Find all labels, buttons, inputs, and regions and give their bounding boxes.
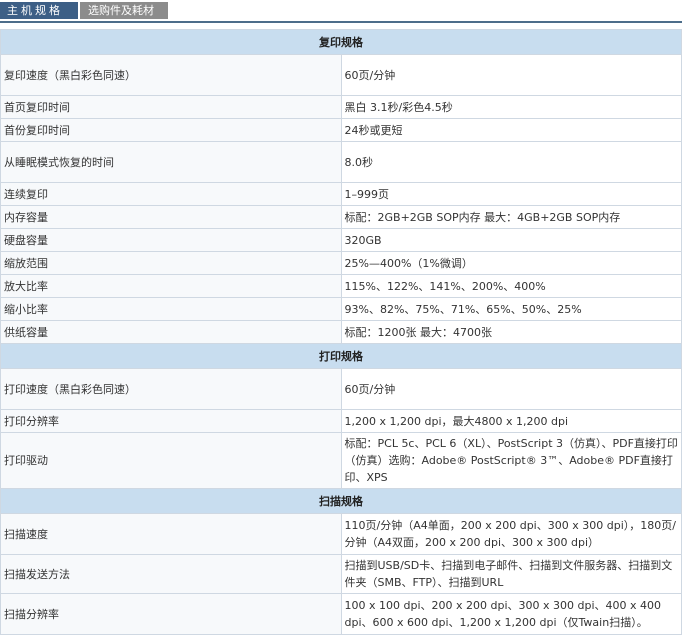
row-label: 内存容量	[0, 205, 342, 229]
tab-bar: 主机规格 选购件及耗材	[0, 0, 682, 23]
row-label: 首份复印时间	[0, 118, 342, 142]
table-row: 扫描速度 110页/分钟（A4单面，200 x 200 dpi、300 x 30…	[0, 513, 682, 555]
row-value: 标配：2GB+2GB SOP内存 最大：4GB+2GB SOP内存	[340, 205, 682, 229]
row-value: 扫描到USB/SD卡、扫描到电子邮件、扫描到文件服务器、扫描到文件夹（SMB、F…	[340, 554, 682, 594]
table-row: 内存容量 标配：2GB+2GB SOP内存 最大：4GB+2GB SOP内存	[0, 205, 682, 229]
section-title: 复印规格	[0, 29, 682, 55]
row-label: 扫描速度	[0, 513, 342, 555]
section-header-copy: 复印规格	[0, 29, 682, 55]
table-row: 首页复印时间 黑白 3.1秒/彩色4.5秒	[0, 95, 682, 119]
row-label: 供纸容量	[0, 320, 342, 344]
row-label: 打印速度（黑白彩色同速）	[0, 368, 342, 410]
table-row: 供纸容量 标配：1200张 最大：4700张	[0, 320, 682, 344]
table-row: 放大比率 115%、122%、141%、200%、400%	[0, 274, 682, 298]
row-value: 标配：PCL 5c、PCL 6（XL）、PostScript 3（仿真）、PDF…	[340, 432, 682, 489]
row-label: 缩小比率	[0, 297, 342, 321]
row-value: 24秒或更短	[340, 118, 682, 142]
row-label: 扫描发送方法	[0, 554, 342, 594]
row-value: 93%、82%、75%、71%、65%、50%、25%	[340, 297, 682, 321]
row-value: 60页/分钟	[340, 54, 682, 96]
table-row: 打印驱动 标配：PCL 5c、PCL 6（XL）、PostScript 3（仿真…	[0, 432, 682, 489]
row-value: 1,200 x 1,200 dpi，最大4800 x 1,200 dpi	[340, 409, 682, 433]
table-row: 缩放范围 25%—400%（1%微调）	[0, 251, 682, 275]
table-row: 硬盘容量 320GB	[0, 228, 682, 252]
row-value: 标配：1200张 最大：4700张	[340, 320, 682, 344]
tab-options-supplies[interactable]: 选购件及耗材	[80, 2, 168, 19]
row-label: 扫描分辨率	[0, 593, 342, 635]
row-label: 复印速度（黑白彩色同速）	[0, 54, 342, 96]
row-label: 硬盘容量	[0, 228, 342, 252]
table-row: 打印速度（黑白彩色同速） 60页/分钟	[0, 368, 682, 410]
row-label: 放大比率	[0, 274, 342, 298]
row-value: 1–999页	[340, 182, 682, 206]
row-value: 110页/分钟（A4单面，200 x 200 dpi、300 x 300 dpi…	[340, 513, 682, 555]
section-header-print: 打印规格	[0, 343, 682, 369]
table-row: 首份复印时间 24秒或更短	[0, 118, 682, 142]
row-value: 115%、122%、141%、200%、400%	[340, 274, 682, 298]
row-label: 缩放范围	[0, 251, 342, 275]
row-label: 从睡眠模式恢复的时间	[0, 141, 342, 183]
spec-table: 复印规格 复印速度（黑白彩色同速） 60页/分钟 首页复印时间 黑白 3.1秒/…	[0, 29, 682, 635]
table-row: 打印分辨率 1,200 x 1,200 dpi，最大4800 x 1,200 d…	[0, 409, 682, 433]
tab-main-specs[interactable]: 主机规格	[0, 2, 78, 19]
table-row: 复印速度（黑白彩色同速） 60页/分钟	[0, 54, 682, 96]
row-label: 连续复印	[0, 182, 342, 206]
table-row: 缩小比率 93%、82%、75%、71%、65%、50%、25%	[0, 297, 682, 321]
row-value: 8.0秒	[340, 141, 682, 183]
row-value: 320GB	[340, 228, 682, 252]
table-row: 扫描发送方法 扫描到USB/SD卡、扫描到电子邮件、扫描到文件服务器、扫描到文件…	[0, 554, 682, 594]
section-title: 扫描规格	[0, 488, 682, 514]
table-row: 从睡眠模式恢复的时间 8.0秒	[0, 141, 682, 183]
section-header-scan: 扫描规格	[0, 488, 682, 514]
table-row: 连续复印 1–999页	[0, 182, 682, 206]
table-row: 扫描分辨率 100 x 100 dpi、200 x 200 dpi、300 x …	[0, 593, 682, 635]
row-value: 60页/分钟	[340, 368, 682, 410]
row-value: 黑白 3.1秒/彩色4.5秒	[340, 95, 682, 119]
row-value: 25%—400%（1%微调）	[340, 251, 682, 275]
row-value: 100 x 100 dpi、200 x 200 dpi、300 x 300 dp…	[340, 593, 682, 635]
row-label: 首页复印时间	[0, 95, 342, 119]
row-label: 打印驱动	[0, 432, 342, 489]
section-title: 打印规格	[0, 343, 682, 369]
row-label: 打印分辨率	[0, 409, 342, 433]
